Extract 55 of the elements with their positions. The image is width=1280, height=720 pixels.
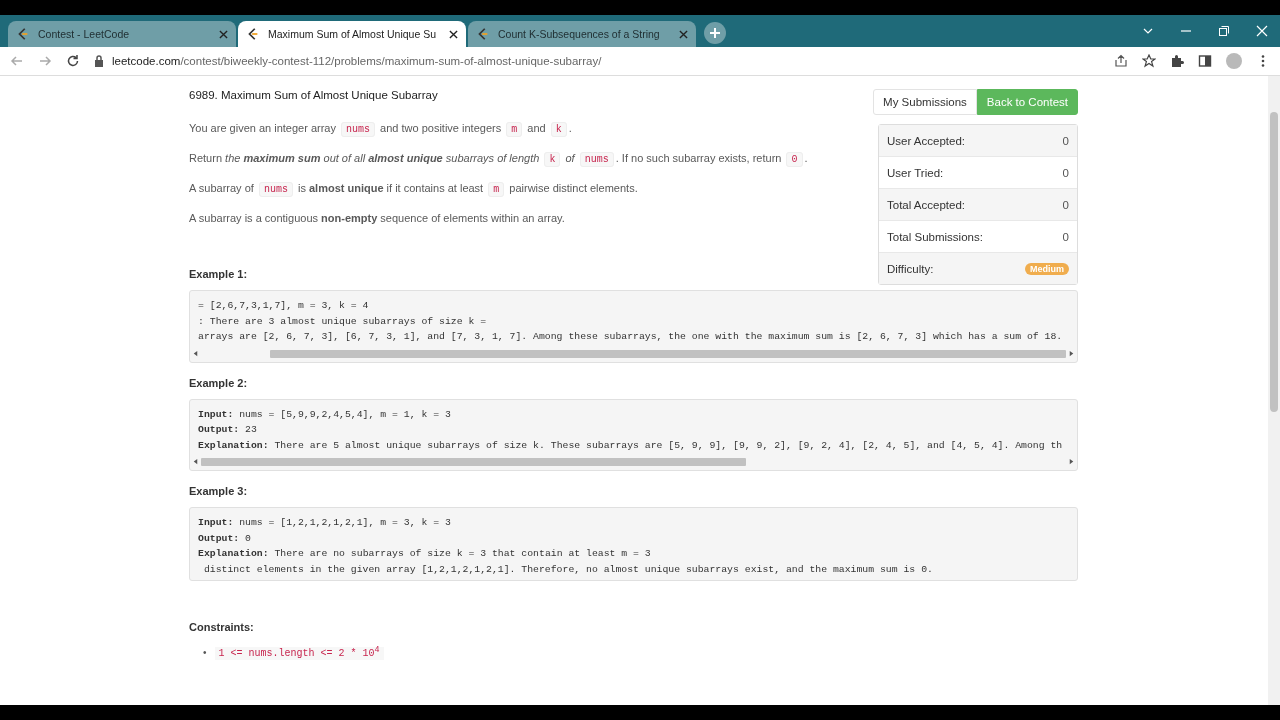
browser-tab[interactable]: Contest - LeetCode (8, 21, 236, 47)
code-line: Input: nums = [5,9,9,2,4,5,4], m = 1, k = 3 (198, 407, 451, 422)
scroll-left-icon[interactable] (192, 349, 199, 357)
constraint-text: 1 <= nums.length <= 2 * 10$^{4}$ (214, 647, 384, 661)
code-line: arrays are [2, 6, 7, 3], [6, 7, 3, 1], and [7, 3, 1, 7]. Among these subarrays, the one with the maximum sum is [2, 6, 7, 3] which has a sum of 18. (198, 330, 1063, 344)
address-bar[interactable]: leetcode.com/contest/biweekly-contest-112/problems/maximum-sum-of-almost-unique-subarray/ (112, 55, 602, 67)
code-line: distinct elements in the given array [1,2,1,2,1,2,1]. Therefore, no almost unique subarrays exist, and the maximum sum is 0. (202, 562, 933, 577)
paragraph: You are given an integer array nums and two positive integers m and k . (189, 121, 573, 137)
browser-tab[interactable]: Count K-Subsequences of a String (468, 21, 696, 47)
code-line: Output: 0 (198, 531, 251, 546)
new-tab-icon[interactable] (704, 22, 726, 44)
example-heading: Example 1: (189, 268, 249, 280)
stat-label: User Tried: (887, 166, 944, 179)
stat-value: 0 (1062, 134, 1069, 147)
vertical-scrollbar[interactable] (1268, 76, 1280, 705)
scrollbar-thumb[interactable] (201, 458, 746, 466)
scroll-right-icon[interactable] (1068, 458, 1075, 465)
lock-icon (94, 55, 104, 67)
close-icon[interactable] (449, 29, 458, 39)
puzzle-icon[interactable] (1170, 54, 1184, 68)
stat-value: 0 (1062, 230, 1069, 243)
stat-value: 0 (1062, 166, 1069, 179)
sidebar-icon[interactable] (1198, 54, 1212, 68)
example-heading: Example 2: (189, 376, 249, 389)
code-line: = [2,6,7,3,1,7], m = 3, k = 4 (198, 299, 369, 313)
reload-icon[interactable] (66, 54, 80, 68)
difficulty-badge: Medium (1025, 262, 1069, 275)
browser-tab[interactable]: Maximum Sum of Almost Unique Su (238, 21, 466, 47)
code-line: Input: nums = [1,2,1,2,1,2,1], m = 3, k = 3 (198, 516, 451, 530)
stat-value: 0 (1062, 198, 1069, 211)
paragraph: A subarray is a contiguous non-empty sequence of elements within an array. (189, 211, 566, 226)
submissions-button[interactable]: My Submissions (873, 89, 977, 115)
scroll-left-icon[interactable] (192, 458, 199, 465)
stat-label: Difficulty: (887, 262, 934, 275)
code-line: Output: 23 (198, 423, 257, 437)
star-icon[interactable] (1142, 54, 1156, 68)
logo-icon (16, 27, 30, 41)
paragraph: A subarray of nums is almost unique if it contains at least m pairwise distinct elements. (189, 181, 639, 197)
stat-label: Total Accepted: (887, 198, 965, 211)
code-line: : There are 3 almost unique subarrays of size k = (198, 314, 487, 329)
logo-icon (246, 27, 260, 41)
stat-label: User Accepted: (887, 134, 965, 147)
bullet: • (203, 647, 207, 659)
code-line: Explanation: There are no subarrays of size k = 3 that contain at least m = 3 (198, 547, 651, 561)
logo-icon (476, 27, 490, 41)
constraints-heading: Constraints: (189, 621, 255, 633)
example-heading: Example 3: (189, 485, 249, 497)
scroll-right-icon[interactable] (1068, 349, 1075, 357)
maximize-icon[interactable] (1218, 25, 1230, 37)
stat-label: Total Submissions: (887, 230, 983, 243)
paragraph: Return the maximum sum out of all almost unique subarrays of length k of nums . If no such subarray exists, return 0 . (189, 151, 809, 167)
share-icon[interactable] (1114, 54, 1128, 68)
code-line: Explanation: There are 5 almost unique subarrays of size k. These subarrays are [5, 9, 9], [9, 9, 2], [9, 2, 4], [2, 4, 5], and [4, 5, 4]. Among th (198, 438, 1063, 453)
scrollbar-thumb[interactable] (270, 349, 1066, 358)
problem-title: 6989. Maximum Sum of Almost Unique Subarray (189, 89, 439, 101)
